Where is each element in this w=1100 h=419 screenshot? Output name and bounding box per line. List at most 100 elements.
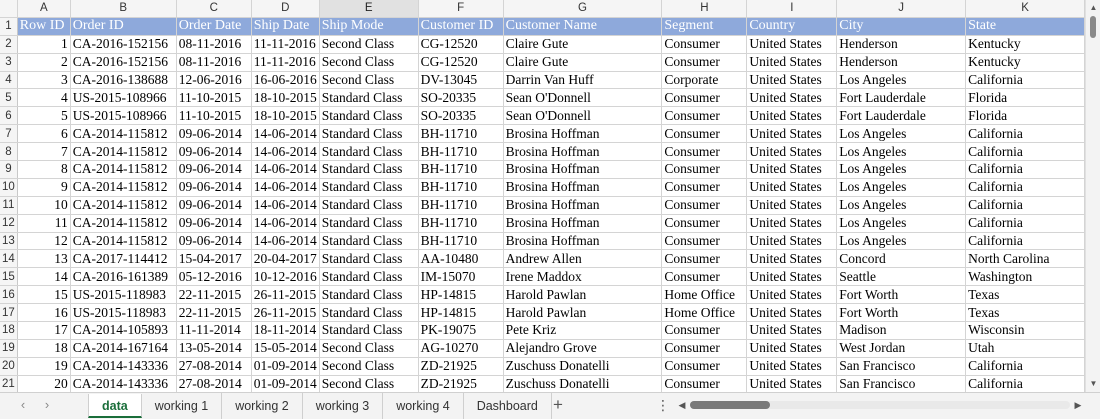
cell[interactable]: 16-06-2016 <box>251 71 320 90</box>
row-number[interactable]: 16 <box>0 285 18 305</box>
cell[interactable]: Texas <box>965 285 1085 305</box>
header-cell[interactable]: Country <box>746 17 838 36</box>
cell[interactable]: Standard Class <box>319 267 419 287</box>
cell[interactable]: Kentucky <box>965 53 1085 72</box>
cell[interactable]: Los Angeles <box>836 124 967 144</box>
cell[interactable]: Consumer <box>661 339 748 358</box>
cell[interactable]: Zuschuss Donatelli <box>503 375 663 392</box>
cell[interactable]: Second Class <box>319 375 419 392</box>
cell[interactable]: Claire Gute <box>503 53 663 72</box>
cell[interactable]: Los Angeles <box>836 232 967 251</box>
row-number[interactable]: 12 <box>0 214 18 233</box>
row-number[interactable]: 20 <box>0 357 18 376</box>
add-sheet-icon[interactable]: + <box>548 395 568 415</box>
cell[interactable]: Standard Class <box>319 285 419 305</box>
cell[interactable]: Standard Class <box>319 232 419 251</box>
cell[interactable]: 11 <box>17 214 71 233</box>
cell[interactable]: Zuschuss Donatelli <box>503 357 663 376</box>
cell[interactable]: 18-10-2015 <box>251 106 320 126</box>
cell[interactable]: Standard Class <box>319 88 419 108</box>
cell[interactable]: Second Class <box>319 357 419 376</box>
cell[interactable]: California <box>965 214 1085 233</box>
cell[interactable]: Consumer <box>661 375 748 392</box>
cell[interactable]: ZD-21925 <box>418 375 504 392</box>
cell[interactable]: United States <box>746 106 838 126</box>
cell[interactable]: Home Office <box>661 285 748 305</box>
cell[interactable]: 4 <box>17 88 71 108</box>
cell[interactable]: SO-20335 <box>418 88 504 108</box>
cell[interactable]: United States <box>746 249 838 269</box>
row-number[interactable]: 6 <box>0 106 18 126</box>
cell[interactable]: Corporate <box>661 71 748 90</box>
cell[interactable]: BH-11710 <box>418 160 504 179</box>
cell[interactable]: Los Angeles <box>836 178 967 197</box>
cell[interactable]: 5 <box>17 106 71 126</box>
header-cell[interactable]: Customer Name <box>503 17 663 36</box>
header-cell[interactable]: State <box>965 17 1085 36</box>
cell[interactable]: Second Class <box>319 71 419 90</box>
cell[interactable]: IM-15070 <box>418 267 504 287</box>
cell[interactable]: CA-2014-115812 <box>70 214 177 233</box>
cell[interactable]: 2 <box>17 53 71 72</box>
cell[interactable]: United States <box>746 124 838 144</box>
cell[interactable]: CA-2016-161389 <box>70 267 177 287</box>
cell[interactable]: California <box>965 375 1085 392</box>
cell[interactable]: San Francisco <box>836 375 967 392</box>
header-cell[interactable]: Customer ID <box>418 17 504 36</box>
horizontal-scroll-thumb[interactable] <box>690 401 770 409</box>
cell[interactable]: United States <box>746 160 838 179</box>
cell[interactable]: Los Angeles <box>836 71 967 90</box>
horizontal-scrollbar[interactable]: ◀ ▶ <box>676 398 1084 412</box>
horizontal-scroll-track[interactable] <box>690 401 1070 409</box>
cell[interactable]: California <box>965 196 1085 215</box>
previous-sheet-icon[interactable]: ‹ <box>16 397 30 413</box>
cell[interactable]: United States <box>746 285 838 305</box>
cell[interactable]: Claire Gute <box>503 35 663 54</box>
cell[interactable]: BH-11710 <box>418 196 504 215</box>
cell[interactable]: 09-06-2014 <box>176 178 252 197</box>
cell[interactable]: Sean O'Donnell <box>503 106 663 126</box>
cell[interactable]: United States <box>746 339 838 358</box>
cell[interactable]: ZD-21925 <box>418 357 504 376</box>
cell[interactable]: Standard Class <box>319 249 419 269</box>
cell[interactable]: Standard Class <box>319 303 419 323</box>
row-number[interactable]: 9 <box>0 160 18 179</box>
cell[interactable]: 27-08-2014 <box>176 357 252 376</box>
spreadsheet-grid[interactable]: ABCDEFGHIJK 1 Row ID Order ID Order Date Shi… <box>0 0 1085 392</box>
cell[interactable]: Los Angeles <box>836 196 967 215</box>
cell[interactable]: Consumer <box>661 321 748 340</box>
sheet-tab-dashboard[interactable]: Dashboard <box>464 393 552 419</box>
header-cell[interactable]: Segment <box>661 17 748 36</box>
cell[interactable]: 15-05-2014 <box>251 339 320 358</box>
row-number[interactable]: 11 <box>0 196 18 215</box>
cell[interactable]: Irene Maddox <box>503 267 663 287</box>
cell[interactable]: Second Class <box>319 339 419 358</box>
cell[interactable]: Brosina Hoffman <box>503 232 663 251</box>
cell[interactable]: 01-09-2014 <box>251 357 320 376</box>
cell[interactable]: 14-06-2014 <box>251 232 320 251</box>
cell[interactable]: CA-2014-143336 <box>70 375 177 392</box>
cell[interactable]: 15 <box>17 285 71 305</box>
cell[interactable]: 14-06-2014 <box>251 178 320 197</box>
column-header-d[interactable]: D <box>251 0 320 18</box>
cell[interactable]: Pete Kriz <box>503 321 663 340</box>
cell[interactable]: Harold Pawlan <box>503 303 663 323</box>
cell[interactable]: United States <box>746 53 838 72</box>
cell[interactable]: CA-2014-115812 <box>70 160 177 179</box>
cell[interactable]: Los Angeles <box>836 214 967 233</box>
column-header-g[interactable]: G <box>503 0 663 18</box>
row-number[interactable]: 3 <box>0 53 18 72</box>
cell[interactable]: United States <box>746 196 838 215</box>
cell[interactable]: Brosina Hoffman <box>503 214 663 233</box>
cell[interactable]: 3 <box>17 71 71 90</box>
sheet-tab-data[interactable]: data <box>88 394 142 418</box>
cell[interactable]: Harold Pawlan <box>503 285 663 305</box>
cell[interactable]: 13-05-2014 <box>176 339 252 358</box>
row-number[interactable]: 13 <box>0 232 18 251</box>
cell[interactable]: 11-10-2015 <box>176 88 252 108</box>
cell[interactable]: 09-06-2014 <box>176 124 252 144</box>
cell[interactable]: 10 <box>17 196 71 215</box>
cell[interactable]: AG-10270 <box>418 339 504 358</box>
header-cell[interactable]: Order ID <box>70 17 177 36</box>
cell[interactable]: Consumer <box>661 160 748 179</box>
